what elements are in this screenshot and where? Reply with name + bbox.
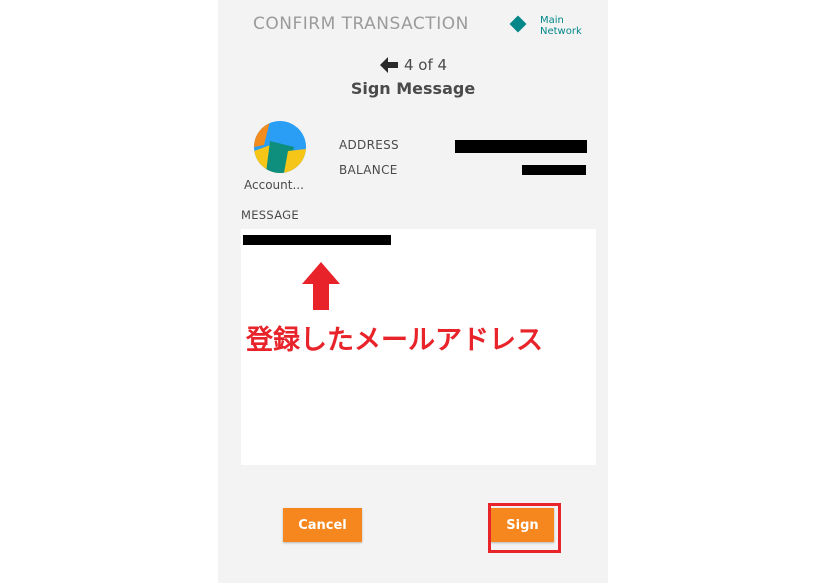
network-label: Main Network bbox=[540, 15, 582, 37]
network-indicator[interactable]: Main Network bbox=[509, 15, 600, 39]
arrow-left-icon[interactable] bbox=[378, 55, 400, 75]
step-counter: 4 of 4 bbox=[404, 56, 448, 74]
annotation-text: 登録したメールアドレス bbox=[246, 325, 543, 356]
balance-redaction bbox=[522, 165, 586, 175]
page-title: CONFIRM TRANSACTION bbox=[253, 14, 469, 34]
message-redaction bbox=[243, 235, 391, 245]
message-label: MESSAGE bbox=[241, 208, 299, 222]
arrow-up-icon bbox=[302, 262, 340, 314]
sign-message-heading: Sign Message bbox=[350, 79, 476, 98]
confirm-panel: CONFIRM TRANSACTION Main Network 4 of 4 … bbox=[218, 0, 608, 583]
account-avatar bbox=[254, 121, 306, 173]
account-name: Account... bbox=[244, 178, 304, 192]
step-navigation: 4 of 4 bbox=[378, 55, 447, 75]
balance-label: BALANCE bbox=[339, 163, 398, 177]
network-diamond-icon bbox=[509, 15, 527, 33]
cancel-button[interactable]: Cancel bbox=[283, 508, 362, 542]
sign-button[interactable]: Sign bbox=[491, 508, 554, 542]
address-redaction bbox=[455, 140, 587, 153]
address-label: ADDRESS bbox=[339, 138, 399, 152]
